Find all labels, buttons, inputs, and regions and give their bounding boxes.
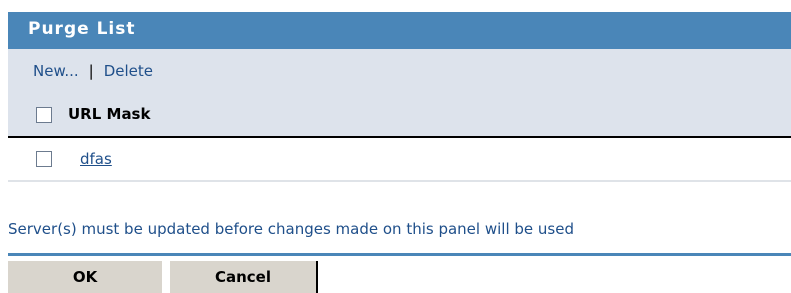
select-all-checkbox[interactable] <box>36 107 52 123</box>
ok-button[interactable]: OK <box>8 261 162 293</box>
cancel-button[interactable]: Cancel <box>170 261 318 293</box>
url-mask-column-header: URL Mask <box>68 105 151 123</box>
url-mask-link[interactable]: dfas <box>80 150 112 168</box>
delete-link[interactable]: Delete <box>104 62 153 80</box>
update-notice: Server(s) must be updated before changes… <box>8 220 574 238</box>
toolbar-links: New... | Delete <box>33 62 153 80</box>
new-link[interactable]: New... <box>33 62 79 80</box>
table-header-row: URL Mask <box>8 92 791 138</box>
table-row: dfas <box>8 140 791 182</box>
toolbar: New... | Delete <box>8 49 791 92</box>
row-checkbox[interactable] <box>36 151 52 167</box>
toolbar-separator: | <box>88 62 94 80</box>
divider <box>8 253 791 256</box>
panel-title: Purge List <box>28 19 136 39</box>
panel-header: Purge List <box>8 12 791 49</box>
